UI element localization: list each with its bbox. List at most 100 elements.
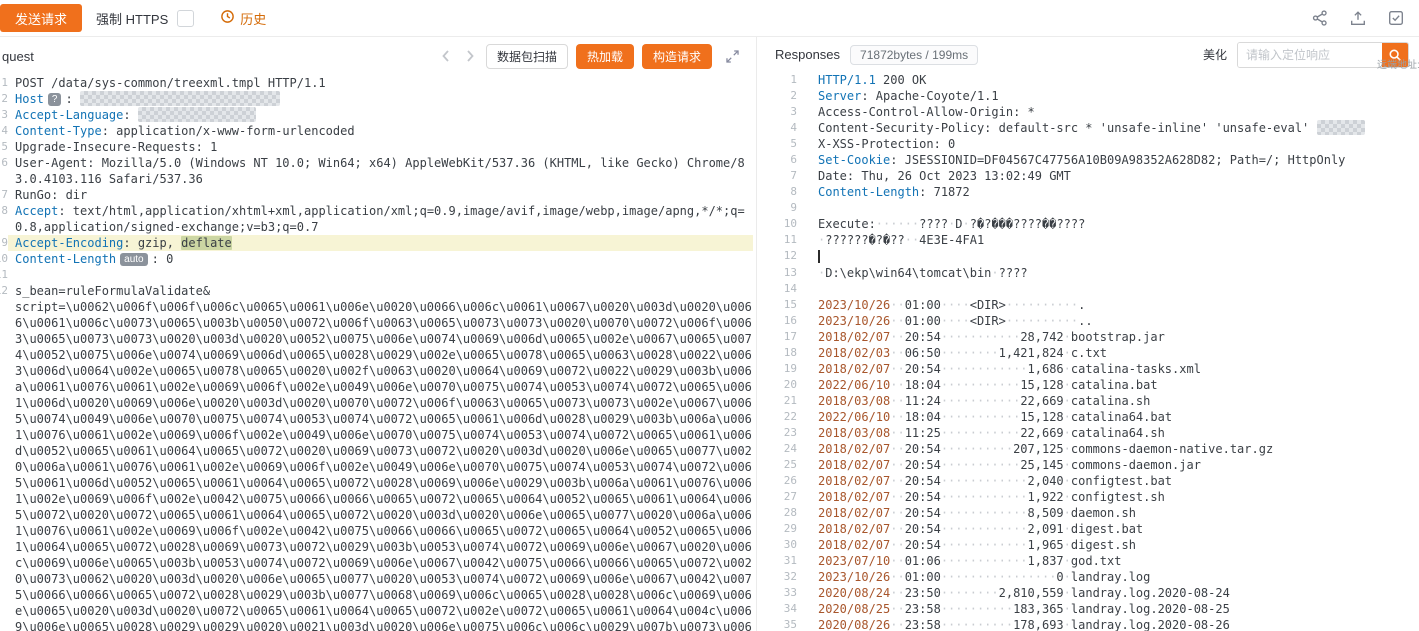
code-line[interactable]: 292018/02/07··20:54············2,091·dig…: [761, 521, 1419, 537]
code-token: digest.sh: [1071, 538, 1136, 552]
code-line[interactable]: 5Upgrade-Insecure-Requests: 1: [0, 139, 753, 155]
code-line[interactable]: 4Content-Type: application/x-www-form-ur…: [0, 123, 753, 139]
code-line[interactable]: 312023/07/10··01:06············1,837·god…: [761, 553, 1419, 569]
panel-divider[interactable]: [756, 37, 757, 631]
code-line[interactable]: 152023/10/26··01:00····<DIR>··········.: [761, 297, 1419, 313]
code-line[interactable]: 302018/02/07··20:54············1,965·dig…: [761, 537, 1419, 553]
code-content: Content-Length: 71872: [811, 184, 1419, 200]
code-token: 1,837: [1028, 554, 1064, 568]
code-line[interactable]: 8Accept: text/html,application/xhtml+xml…: [0, 203, 753, 235]
code-content: Accept-Language:: [8, 107, 753, 123]
request-editor[interactable]: 1POST /data/sys-common/treexml.tmpl HTTP…: [0, 75, 753, 631]
code-line[interactable]: 10Execute:······????·D·?�?���????��????: [761, 216, 1419, 232]
code-token: 22,669: [1020, 426, 1063, 440]
line-number: 7: [761, 168, 811, 184]
chevron-right-icon[interactable]: [462, 48, 478, 64]
expand-icon[interactable]: [724, 48, 741, 65]
edit-check-icon[interactable]: [1387, 9, 1405, 27]
code-token: 2,040: [1028, 474, 1064, 488]
code-token: 8,509: [1028, 506, 1064, 520]
line-number: 6: [761, 152, 811, 168]
code-token: landray.log.2020-08-24: [1071, 586, 1230, 600]
upload-icon[interactable]: [1349, 9, 1367, 27]
code-content: 2018/02/03··06:50········1,421,824·c.txt: [811, 345, 1419, 361]
hot-reload-button[interactable]: 热加载: [576, 44, 634, 69]
chevron-left-icon[interactable]: [438, 48, 454, 64]
code-line[interactable]: 322023/10/26··01:00················0·lan…: [761, 569, 1419, 585]
send-request-button[interactable]: 发送请求: [0, 4, 82, 32]
code-line[interactable]: 3Accept-Language:: [0, 107, 753, 123]
code-line[interactable]: 6Set-Cookie: JSESSIONID=DF04567C47756A10…: [761, 152, 1419, 168]
code-token: ··: [890, 362, 904, 376]
share-icon[interactable]: [1311, 9, 1329, 27]
code-line[interactable]: 282018/02/07··20:54············8,509·dae…: [761, 505, 1419, 521]
code-line[interactable]: 332020/08/24··23:50········2,810,559·lan…: [761, 585, 1419, 601]
code-line[interactable]: 11·??????�?�??··4E3E-4FA1: [761, 232, 1419, 248]
code-line[interactable]: 262018/02/07··20:54············2,040·con…: [761, 473, 1419, 489]
code-line[interactable]: 342020/08/25··23:58··········183,365·lan…: [761, 601, 1419, 617]
code-line[interactable]: 10Content-Lengthauto: 0: [0, 251, 753, 267]
code-line[interactable]: 11: [0, 267, 753, 283]
code-token: Accept: [15, 204, 58, 218]
code-line[interactable]: 242018/02/07··20:54··········207,125·com…: [761, 441, 1419, 457]
line-number: 5: [761, 136, 811, 152]
force-https-checkbox[interactable]: [177, 10, 194, 27]
code-line[interactable]: 1HTTP/1.1 200 OK: [761, 72, 1419, 88]
code-line[interactable]: 5X-XSS-Protection: 0: [761, 136, 1419, 152]
code-token: 01:00: [905, 570, 941, 584]
code-token: HTTP/1.1: [818, 73, 876, 87]
code-line[interactable]: 222022/06/10··18:04···········15,128·cat…: [761, 409, 1419, 425]
packet-scan-button[interactable]: 数据包扫描: [486, 44, 568, 69]
redacted-blur: [138, 107, 256, 122]
code-token: ··: [890, 442, 904, 456]
code-line[interactable]: 202022/06/10··18:04···········15,128·cat…: [761, 377, 1419, 393]
code-token: 2018/02/07: [818, 522, 890, 536]
code-line[interactable]: 4Content-Security-Policy: default-src * …: [761, 120, 1419, 136]
code-line[interactable]: 8Content-Length: 71872: [761, 184, 1419, 200]
code-line[interactable]: 3Access-Control-Allow-Origin: *: [761, 104, 1419, 120]
code-line[interactable]: 2Host?:: [0, 91, 753, 107]
code-line[interactable]: 6User-Agent: Mozilla/5.0 (Windows NT 10.…: [0, 155, 753, 187]
force-https-option: 强制 HTTPS: [96, 9, 194, 28]
code-line[interactable]: 7RunGo: dir: [0, 187, 753, 203]
code-token: ·: [1064, 474, 1071, 488]
line-number: 1: [761, 72, 811, 88]
build-request-button[interactable]: 构造请求: [642, 44, 712, 69]
code-line[interactable]: 7Date: Thu, 26 Oct 2023 13:02:49 GMT: [761, 168, 1419, 184]
history-button[interactable]: 历史: [220, 9, 266, 28]
code-line[interactable]: 212018/03/08··11:24···········22,669·cat…: [761, 393, 1419, 409]
response-editor[interactable]: 1HTTP/1.1 200 OK2Server: Apache-Coyote/1…: [761, 72, 1419, 631]
code-line[interactable]: 12s_bean=ruleFormulaValidate&script=\u00…: [0, 283, 753, 631]
code-token: 2018/02/07: [818, 474, 890, 488]
code-line[interactable]: 192018/02/07··20:54············1,686·cat…: [761, 361, 1419, 377]
code-line[interactable]: 13·D:\ekp\win64\tomcat\bin·????: [761, 265, 1419, 281]
code-line[interactable]: 272018/02/07··20:54············1,922·con…: [761, 489, 1419, 505]
code-token: 4E3E-4FA1: [919, 233, 984, 247]
code-line[interactable]: 182018/02/03··06:50········1,421,824·c.t…: [761, 345, 1419, 361]
code-line[interactable]: 162023/10/26··01:00····<DIR>··········..: [761, 313, 1419, 329]
code-line[interactable]: 9: [761, 200, 1419, 216]
code-token: <DIR>: [970, 298, 1006, 312]
code-token: ·: [1064, 426, 1071, 440]
code-token: Content-Type: [15, 124, 102, 138]
code-token: landray.log: [1071, 570, 1150, 584]
code-line[interactable]: 14: [761, 281, 1419, 297]
code-line[interactable]: 172018/02/07··20:54···········28,742·boo…: [761, 329, 1419, 345]
code-token: ··: [890, 554, 904, 568]
code-token: : 0: [152, 252, 174, 266]
code-line[interactable]: 352020/08/26··23:58··········178,693·lan…: [761, 617, 1419, 631]
code-line[interactable]: 252018/02/07··20:54···········25,145·com…: [761, 457, 1419, 473]
code-line[interactable]: 232018/03/08··11:25···········22,669·cat…: [761, 425, 1419, 441]
code-token: 20:54: [905, 474, 941, 488]
code-line[interactable]: 12: [761, 248, 1419, 265]
code-content: ·??????�?�??··4E3E-4FA1: [811, 232, 1419, 248]
code-token: Content-Length: [818, 185, 919, 199]
code-line[interactable]: 2Server: Apache-Coyote/1.1: [761, 88, 1419, 104]
beautify-button[interactable]: 美化: [1203, 46, 1227, 63]
code-token: Set-Cookie: [818, 153, 890, 167]
code-line[interactable]: 1POST /data/sys-common/treexml.tmpl HTTP…: [0, 75, 753, 91]
response-search-input[interactable]: [1238, 43, 1382, 67]
code-token: ··: [890, 298, 904, 312]
code-token: ·: [1064, 330, 1071, 344]
code-line[interactable]: 9Accept-Encoding: gzip, deflate: [0, 235, 753, 251]
